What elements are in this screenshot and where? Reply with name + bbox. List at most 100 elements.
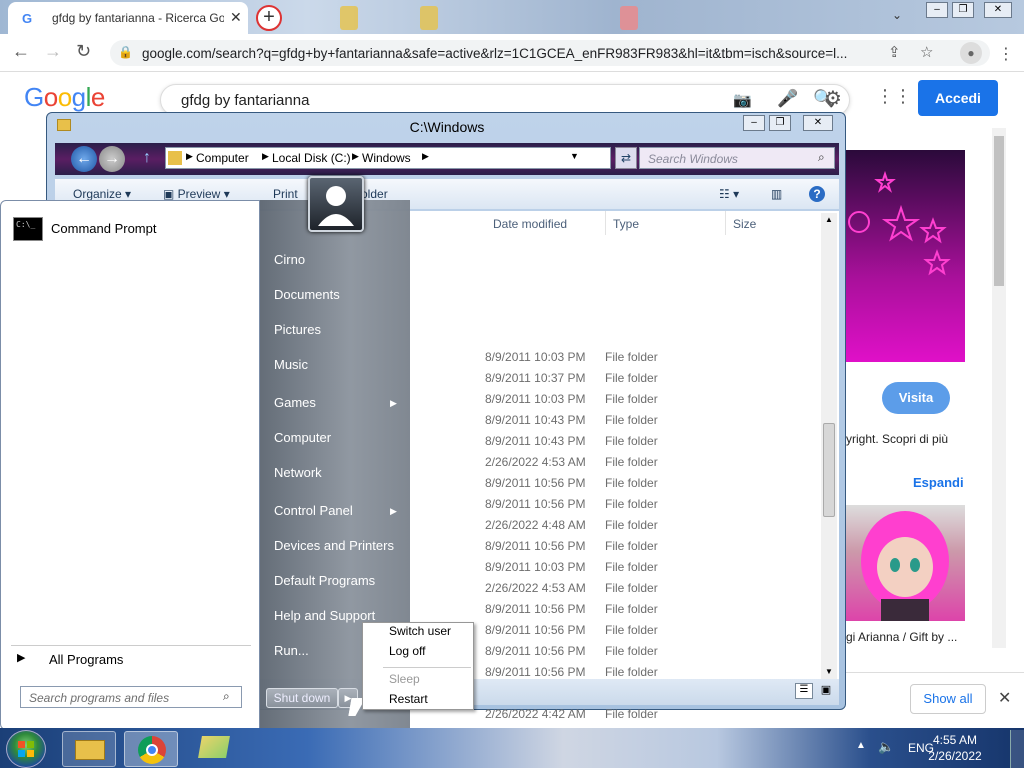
omnibox[interactable]: 🔒 google.com/search?q=gfdg+by+fantariann… (110, 40, 990, 66)
browser-tab[interactable]: G gfdg by fantarianna - Ricerca Go ✕ (8, 2, 248, 34)
file-row[interactable]: 8/9/2011 10:03 PM File folder (485, 557, 825, 577)
result-caption-1[interactable]: yright. Scopri di più (846, 432, 948, 446)
file-row[interactable]: 8/9/2011 10:56 PM File folder (485, 494, 825, 514)
file-row[interactable]: 8/9/2011 10:56 PM File folder (485, 641, 825, 661)
search-icon[interactable]: ⌕ (223, 689, 230, 704)
file-row[interactable]: 8/9/2011 10:43 PM File folder (485, 431, 825, 451)
explorer-search-input[interactable]: Search Windows ⌕ (639, 147, 835, 169)
column-type[interactable]: Type (613, 217, 639, 231)
tab-close-icon[interactable]: ✕ (230, 9, 242, 26)
clock[interactable]: 4:55 AM 2/26/2022 (924, 732, 986, 764)
restart-item[interactable]: Restart (389, 692, 428, 706)
start-item-computer[interactable]: Computer (274, 430, 331, 445)
log-off-item[interactable]: Log off (389, 644, 425, 658)
show-hidden-icons-icon[interactable]: ▲ (856, 740, 866, 751)
bookmark-star-icon[interactable]: ☆ (920, 43, 933, 61)
show-desktop-button[interactable] (1010, 730, 1024, 768)
start-item-control-panel[interactable]: Control Panel (274, 503, 353, 518)
path-segment[interactable]: Windows (362, 151, 411, 165)
file-row[interactable]: 8/9/2011 10:37 PM File folder (485, 368, 825, 388)
column-size[interactable]: Size (733, 217, 756, 231)
start-button[interactable] (6, 730, 46, 768)
result-caption-2[interactable]: gi Arianna / Gift by ... (846, 630, 957, 644)
tab-search-icon[interactable]: ⌄ (892, 8, 902, 22)
start-item-devices-and-printers[interactable]: Devices and Printers (274, 538, 394, 553)
back-arrow-icon[interactable]: ← (12, 41, 30, 62)
settings-gear-icon[interactable]: ⚙ (824, 86, 842, 111)
start-item-games[interactable]: Games (274, 395, 316, 410)
forward-arrow-icon[interactable]: → (44, 41, 62, 62)
start-item-pictures[interactable]: Pictures (274, 322, 321, 337)
taskbar-chrome-button[interactable] (124, 731, 178, 767)
file-row[interactable]: 8/9/2011 10:03 PM File folder (485, 347, 825, 367)
camera-icon[interactable]: 📷 (733, 91, 752, 109)
result-image-2[interactable] (845, 505, 965, 621)
new-folder-button[interactable]: older (361, 187, 388, 201)
thumbnail-view-icon[interactable]: ▣ (817, 683, 835, 699)
profile-icon[interactable]: ● (960, 42, 982, 64)
menu-kebab-icon[interactable]: ⋮ (998, 44, 1014, 64)
pinned-command-prompt[interactable]: Command Prompt (51, 221, 156, 236)
scroll-up-icon[interactable]: ▲ (825, 215, 833, 224)
preview-pane-icon[interactable]: ▥ (771, 187, 782, 201)
shutdown-button[interactable]: Shut down (266, 688, 338, 708)
google-logo[interactable]: Google (24, 82, 105, 113)
page-scrollbar[interactable] (992, 128, 1006, 648)
file-row[interactable]: 8/9/2011 10:03 PM File folder (485, 389, 825, 409)
file-row[interactable]: 8/9/2011 10:56 PM File folder (485, 473, 825, 493)
start-search-input[interactable]: Search programs and files ⌕ (20, 686, 242, 708)
sign-in-button[interactable]: Accedi (918, 80, 998, 116)
address-path[interactable]: ▶ Computer ▶ Local Disk (C:) ▶ Windows ▶… (165, 147, 611, 169)
start-item-music[interactable]: Music (274, 357, 308, 372)
path-segment[interactable]: Local Disk (C:) (272, 151, 351, 165)
file-row[interactable]: 8/9/2011 10:56 PM File folder (485, 599, 825, 619)
expand-link[interactable]: Espandi (913, 475, 964, 490)
start-item-cirno[interactable]: Cirno (274, 252, 305, 267)
start-item-run[interactable]: Run... (274, 643, 309, 658)
microphone-icon[interactable]: 🎤 (777, 89, 798, 109)
taskbar-paint-icon[interactable] (198, 736, 230, 758)
file-row[interactable]: 2/26/2022 4:42 AM File folder (485, 704, 825, 724)
up-arrow-icon[interactable]: ↑ (143, 149, 151, 167)
organize-button[interactable]: Organize ▾ (73, 187, 131, 201)
minimize-button[interactable]: – (926, 2, 948, 18)
refresh-icon[interactable]: ⇄ (615, 147, 637, 169)
explorer-scrollbar[interactable]: ▲ ▼ (821, 213, 837, 679)
start-item-help-and-support[interactable]: Help and Support (274, 608, 375, 623)
file-row[interactable]: 2/26/2022 4:53 AM File folder (485, 452, 825, 472)
scrollbar-thumb[interactable] (823, 423, 835, 517)
views-icon[interactable]: ☷ ▾ (719, 187, 739, 201)
explorer-minimize-button[interactable]: – (743, 115, 765, 131)
all-programs-link[interactable]: All Programs (49, 652, 123, 667)
volume-icon[interactable]: 🔈 (878, 739, 894, 755)
file-row[interactable]: 2/26/2022 4:53 AM File folder (485, 578, 825, 598)
maximize-button[interactable]: ❐ (952, 2, 974, 18)
downloads-close-icon[interactable]: ✕ (998, 688, 1011, 708)
search-icon[interactable]: ⌕ (818, 150, 825, 165)
share-icon[interactable]: ⇪ (888, 43, 901, 61)
reload-icon[interactable]: ↻ (76, 41, 91, 62)
file-row[interactable]: 8/9/2011 10:56 PM File folder (485, 620, 825, 640)
start-item-network[interactable]: Network (274, 465, 322, 480)
scrollbar-thumb[interactable] (994, 136, 1004, 286)
visit-button[interactable]: Visita (882, 382, 950, 414)
new-tab-button[interactable]: + (256, 5, 282, 31)
print-button[interactable]: Print (273, 187, 298, 201)
taskbar-explorer-button[interactable] (62, 731, 116, 767)
file-row[interactable]: 8/9/2011 10:56 PM File folder (485, 536, 825, 556)
path-segment[interactable]: Computer (196, 151, 249, 165)
start-item-documents[interactable]: Documents (274, 287, 340, 302)
details-view-icon[interactable]: ☰ (795, 683, 813, 699)
preview-button[interactable]: ▣ Preview ▾ (163, 187, 230, 201)
help-icon[interactable]: ? (809, 186, 825, 202)
user-avatar[interactable] (308, 176, 364, 232)
show-all-button[interactable]: Show all (910, 684, 986, 714)
file-row[interactable]: 8/9/2011 10:43 PM File folder (485, 410, 825, 430)
file-row[interactable]: 2/26/2022 4:48 AM File folder (485, 515, 825, 535)
result-image-1[interactable] (845, 150, 965, 362)
explorer-close-button[interactable]: ✕ (803, 115, 833, 131)
back-icon[interactable]: ← (71, 146, 97, 172)
scroll-down-icon[interactable]: ▼ (825, 667, 833, 676)
switch-user-item[interactable]: Switch user (389, 624, 451, 638)
explorer-maximize-button[interactable]: ❐ (769, 115, 791, 131)
